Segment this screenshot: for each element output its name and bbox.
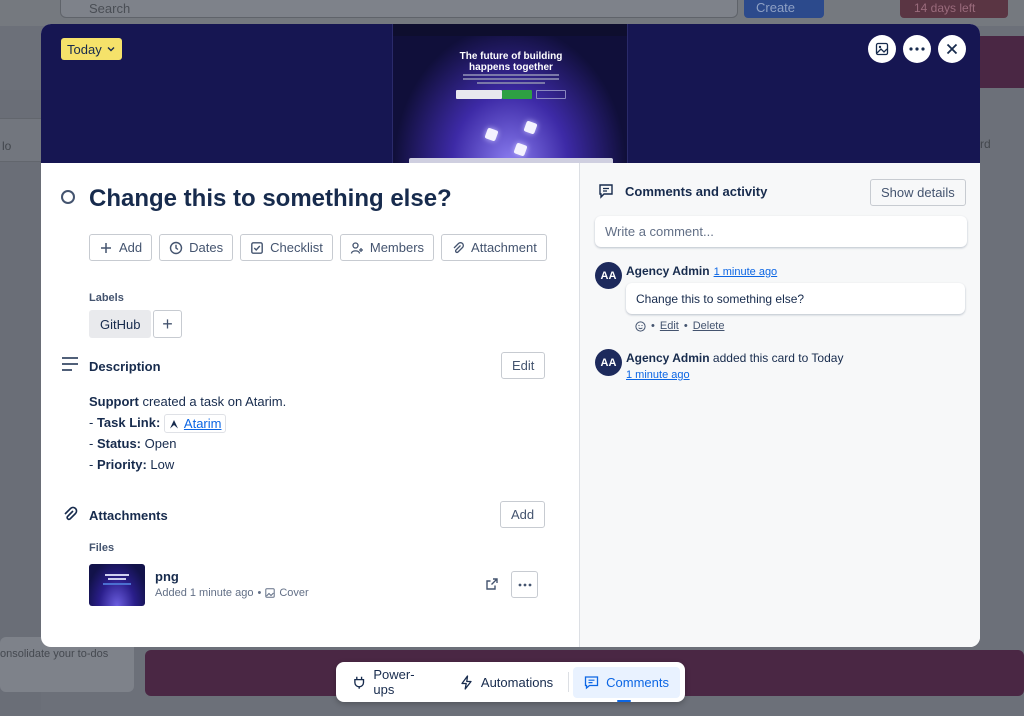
add-user-icon bbox=[350, 241, 363, 254]
dates-button[interactable]: Dates bbox=[159, 234, 234, 261]
checkbox-icon bbox=[251, 241, 264, 254]
board-list-right bbox=[980, 36, 1024, 88]
lightning-icon bbox=[461, 674, 472, 690]
card-modal: The future of building happens together … bbox=[41, 24, 980, 647]
description-line: Support created a task on Atarim. bbox=[89, 394, 287, 409]
card-title[interactable]: Change this to something else? bbox=[89, 185, 452, 213]
date-chip-label: Today bbox=[67, 41, 102, 57]
activity-heading: Comments and activity bbox=[625, 184, 768, 199]
plus-icon: + bbox=[162, 313, 173, 334]
add-reaction-icon[interactable] bbox=[635, 320, 646, 332]
external-link-icon[interactable] bbox=[485, 577, 499, 591]
date-chip[interactable]: Today bbox=[61, 38, 122, 60]
checklist-button[interactable]: Checklist bbox=[240, 234, 333, 261]
plug-icon bbox=[354, 676, 365, 689]
activity-item-header: Agency Admin 1 minute ago bbox=[626, 264, 777, 278]
cover-cube bbox=[484, 127, 499, 142]
add-button[interactable]: Add bbox=[89, 234, 153, 261]
activity-author[interactable]: Agency Admin bbox=[626, 351, 710, 365]
toolbar-divider bbox=[568, 672, 570, 692]
right-column-label: rd bbox=[980, 137, 991, 151]
add-label-button[interactable]: + bbox=[153, 310, 182, 338]
show-details-button[interactable]: Show details bbox=[870, 179, 966, 206]
create-button[interactable]: Create bbox=[744, 0, 824, 18]
avatar[interactable]: AA bbox=[595, 262, 622, 289]
add-attachment-button[interactable]: Add bbox=[500, 501, 546, 528]
image-icon bbox=[265, 588, 276, 598]
more-button[interactable] bbox=[903, 35, 931, 63]
activity-author[interactable]: Agency Admin bbox=[626, 264, 710, 278]
paperclip-icon bbox=[64, 506, 78, 521]
delete-comment-link[interactable]: Delete bbox=[693, 320, 725, 332]
description-line: - Priority: Low bbox=[89, 457, 175, 473]
task-link[interactable]: Atarim bbox=[163, 413, 227, 434]
activity-time-link[interactable]: 1 minute ago bbox=[714, 266, 778, 278]
attachment-button[interactable]: Attachment bbox=[441, 234, 547, 261]
activity-item-header: Agency Admin added this card to Today bbox=[626, 351, 843, 365]
complete-toggle[interactable] bbox=[61, 190, 75, 204]
attachment-meta: Added 1 minute ago • Cover bbox=[155, 587, 309, 599]
card-cover: The future of building happens together … bbox=[41, 24, 980, 163]
cover-image: The future of building happens together bbox=[392, 24, 628, 163]
bottom-toolbar: Power-ups Automations Comments bbox=[336, 662, 685, 702]
description-body: Support created a task on Atarim. - Task… bbox=[89, 391, 286, 475]
attachment-more-button[interactable] bbox=[511, 571, 538, 598]
power-ups-button[interactable]: Power-ups bbox=[341, 667, 444, 698]
comment-actions: • Edit • Delete bbox=[635, 320, 724, 332]
labels-heading: Labels bbox=[89, 292, 124, 304]
cover-subtext bbox=[463, 72, 559, 86]
cover-cube bbox=[513, 142, 528, 157]
edit-comment-link[interactable]: Edit bbox=[660, 320, 679, 332]
comment-bubble[interactable]: Change this to something else? bbox=[626, 283, 965, 314]
cover-image-nav bbox=[393, 24, 627, 36]
more-icon bbox=[909, 47, 925, 51]
left-column-label: lo bbox=[2, 139, 12, 153]
make-cover-link[interactable]: Cover bbox=[279, 587, 308, 599]
comment-icon bbox=[584, 675, 599, 689]
atarim-logo-icon bbox=[169, 419, 178, 429]
edit-description-button[interactable]: Edit bbox=[501, 352, 546, 379]
attachment-added: Added 1 minute ago bbox=[155, 587, 254, 599]
description-icon bbox=[62, 357, 78, 371]
cover-email-field bbox=[456, 90, 502, 99]
description-heading: Description bbox=[89, 359, 161, 374]
description-line: - Status: Open bbox=[89, 436, 177, 452]
avatar[interactable]: AA bbox=[595, 349, 622, 376]
activity-time-link[interactable]: 1 minute ago bbox=[626, 369, 690, 381]
close-icon bbox=[946, 43, 958, 55]
files-heading: Files bbox=[89, 542, 115, 554]
attachment-name[interactable]: png bbox=[155, 569, 179, 584]
description-line: - Task Link: Atarim bbox=[89, 412, 286, 434]
search-placeholder: Search bbox=[89, 1, 131, 16]
plus-icon bbox=[101, 242, 111, 253]
cover-signup-button bbox=[502, 90, 532, 99]
members-button[interactable]: Members bbox=[339, 234, 435, 261]
cover-cube bbox=[523, 120, 538, 135]
task-link-text[interactable]: Atarim bbox=[184, 413, 222, 434]
trial-badge[interactable]: 14 days left bbox=[900, 0, 1008, 18]
board-list-header-left: lo bbox=[0, 118, 41, 162]
image-icon bbox=[875, 42, 889, 56]
automations-button[interactable]: Automations bbox=[448, 667, 564, 698]
attachment-thumbnail[interactable] bbox=[89, 564, 145, 606]
comment-input[interactable]: Write a comment... bbox=[595, 216, 967, 247]
cover-headline-1: The future of building bbox=[459, 51, 563, 62]
close-button[interactable] bbox=[938, 35, 966, 63]
paperclip-icon bbox=[453, 241, 465, 253]
more-icon bbox=[518, 583, 531, 586]
card-actions: Add Dates Checklist Members Attachment bbox=[89, 234, 547, 261]
comments-button[interactable]: Comments bbox=[573, 666, 680, 702]
circle-icon bbox=[61, 190, 75, 204]
label-chip[interactable]: GitHub bbox=[89, 310, 152, 338]
chevron-down-icon bbox=[107, 47, 115, 52]
board-list-left bbox=[0, 90, 41, 710]
comment-icon bbox=[599, 184, 613, 199]
activity-panel: Comments and activity Show details Write… bbox=[579, 163, 980, 647]
activity-action-text: added this card to Today bbox=[712, 351, 844, 365]
attachments-heading: Attachments bbox=[89, 508, 168, 523]
cover-trial-button bbox=[536, 90, 566, 99]
cover-image-button[interactable] bbox=[868, 35, 896, 63]
search-input[interactable]: Search bbox=[60, 0, 738, 18]
clock-icon bbox=[169, 241, 183, 254]
